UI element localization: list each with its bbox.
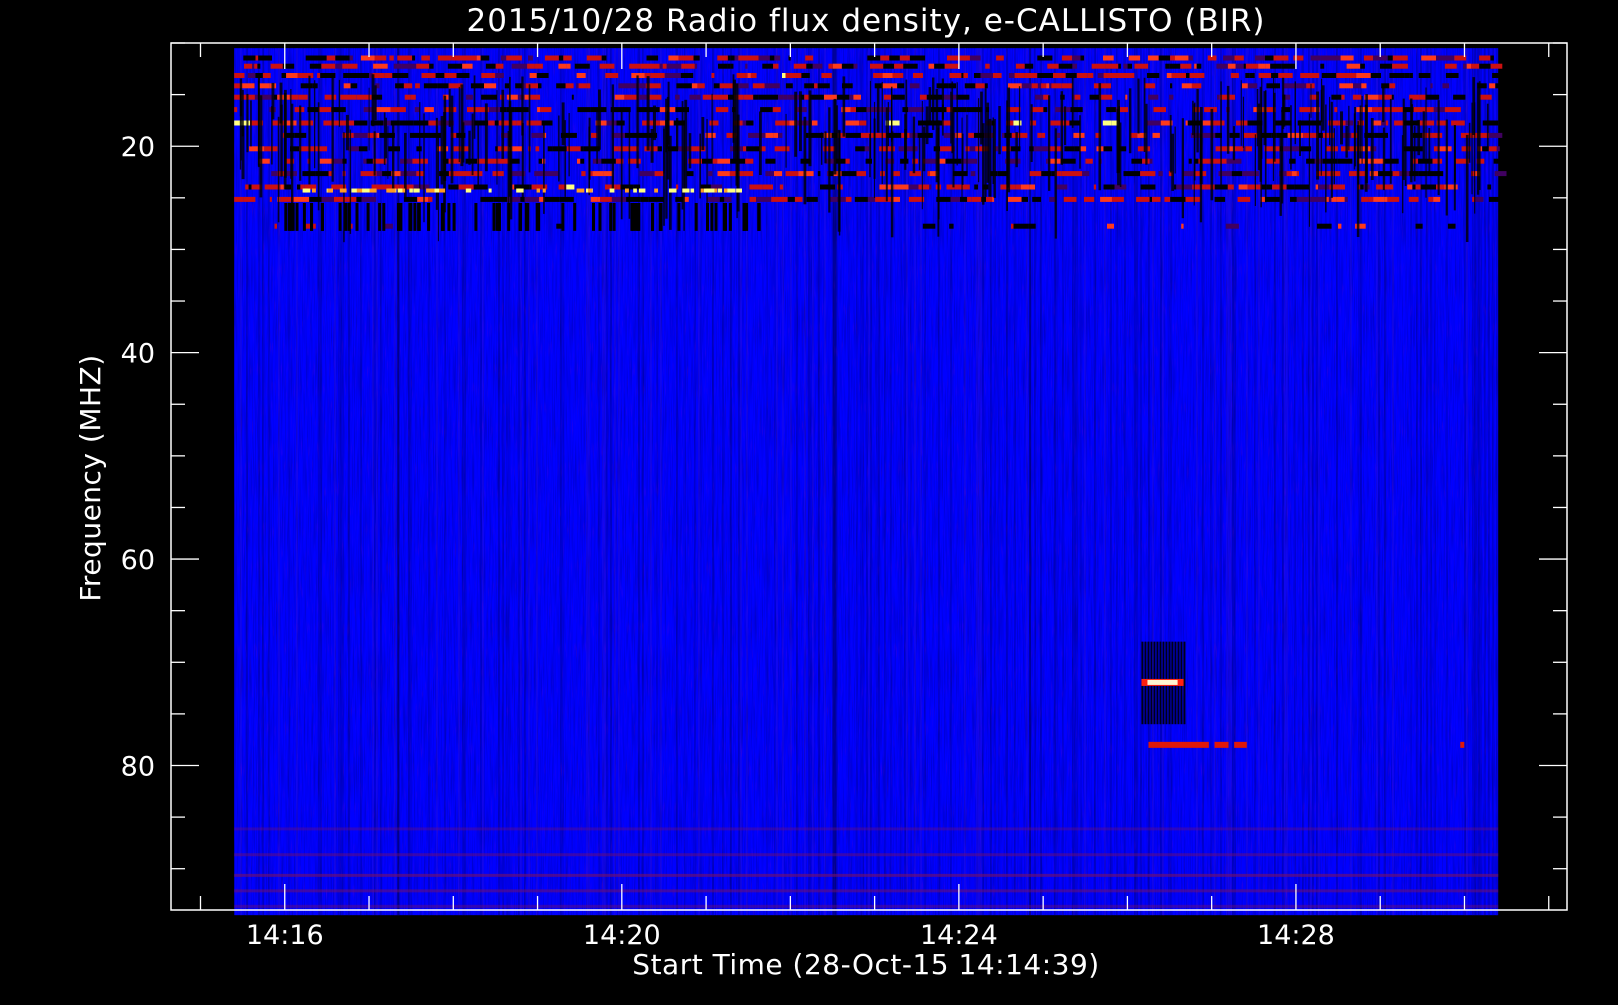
- burst-feature: [1141, 641, 1186, 725]
- y-tick-label: 80: [121, 752, 155, 783]
- chart-svg: 20 40 60 80 14:16 14:20 14:24 14:28 2015/10/28 …: [74, 3, 1568, 981]
- x-tick-label: 14:28: [1257, 920, 1335, 951]
- burst-peak: [1147, 679, 1178, 685]
- y-axis-label: Frequency (MHZ): [74, 354, 107, 601]
- chart-title: 2015/10/28 Radio flux density, e-CALLIST…: [466, 3, 1265, 39]
- x-tick-label: 14:20: [583, 920, 661, 951]
- plot-area: [234, 48, 1507, 916]
- x-axis-label: Start Time (28-Oct-15 14:14:39): [632, 948, 1099, 981]
- y-tick-label: 20: [121, 132, 155, 163]
- y-tick-label: 60: [121, 545, 155, 576]
- spectrogram-chart: 20 40 60 80 14:16 14:20 14:24 14:28 2015/10/28 …: [0, 0, 1618, 1000]
- y-tick-label: 40: [121, 339, 155, 370]
- x-tick-label: 14:16: [246, 920, 324, 951]
- x-tick-label: 14:24: [920, 920, 998, 951]
